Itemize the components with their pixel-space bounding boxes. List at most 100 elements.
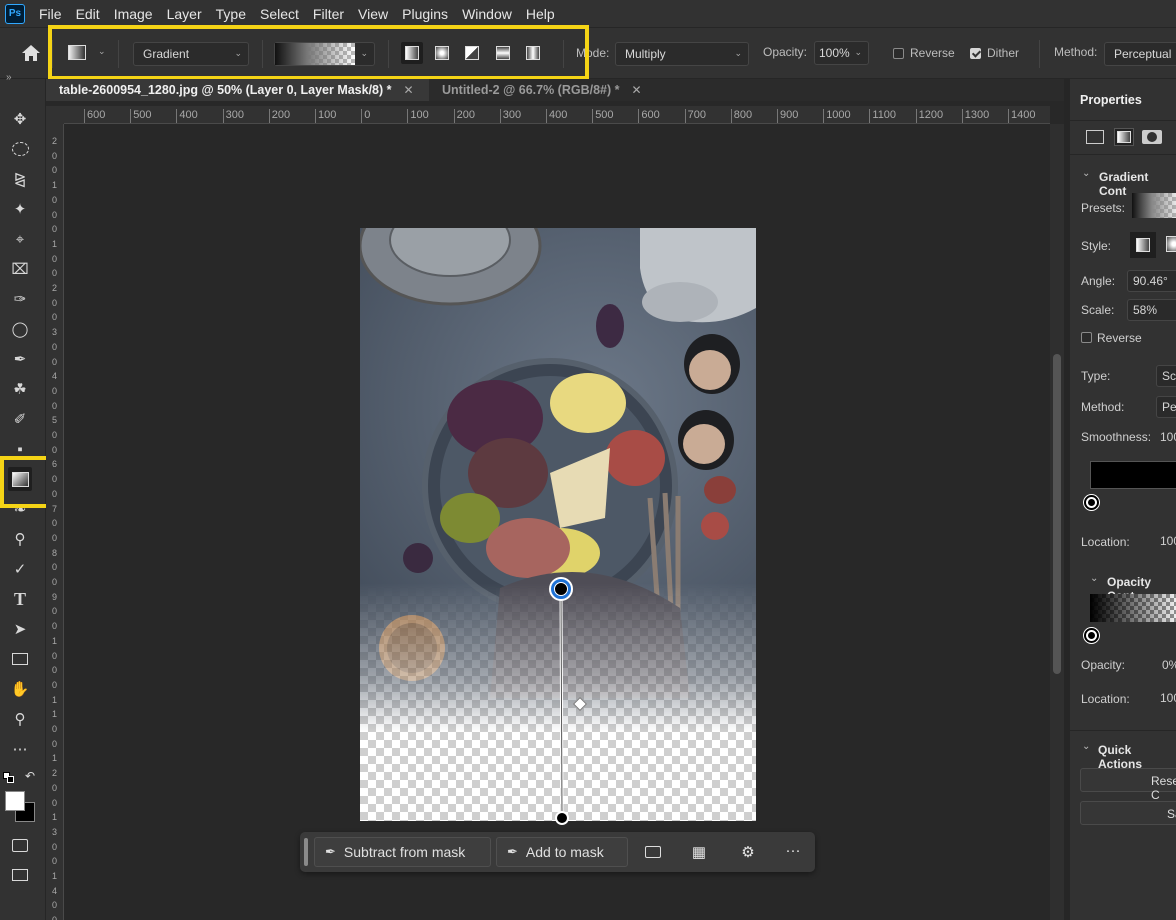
mode-dropdown[interactable]: Multiply ⌄ <box>615 42 749 66</box>
document-tab-inactive[interactable]: Untitled-2 @ 66.7% (RGB/8#) * ✕ <box>429 79 649 101</box>
radial-gradient-button[interactable] <box>431 42 453 64</box>
scrollbar-thumb[interactable] <box>1053 354 1061 674</box>
angle-field[interactable]: 90.46° <box>1127 270 1176 292</box>
color-gradient-bar[interactable] <box>1090 461 1176 489</box>
props-method-dropdown[interactable]: Pe <box>1156 396 1176 418</box>
menu-image[interactable]: Image <box>114 6 153 22</box>
tool-preset-picker[interactable]: ⌄ <box>66 42 112 64</box>
opacity-gradient-bar[interactable] <box>1090 594 1176 622</box>
screen-mode-icon[interactable] <box>8 863 32 887</box>
drag-handle[interactable] <box>304 838 308 866</box>
path-selection-tool-icon[interactable]: ➤ <box>8 617 32 641</box>
menu-filter[interactable]: Filter <box>313 6 344 22</box>
type-dropdown[interactable]: Sc <box>1156 365 1176 387</box>
more-tools-icon[interactable]: ⋯ <box>8 737 32 761</box>
foreground-color-swatch[interactable] <box>5 791 25 811</box>
reflected-gradient-button[interactable] <box>492 42 514 64</box>
expand-chevrons-icon[interactable]: » <box>6 72 12 83</box>
menu-help[interactable]: Help <box>526 6 555 22</box>
linear-style-button[interactable] <box>1130 232 1156 258</box>
gradient-tool-icon[interactable] <box>8 467 32 491</box>
healing-brush-tool-icon[interactable]: ◯ <box>8 317 32 341</box>
pen-tool-icon[interactable]: ✓ <box>8 557 32 581</box>
presets-swatch[interactable] <box>1132 193 1176 218</box>
panel-divider <box>1070 730 1176 731</box>
ruler-label: 1 <box>52 871 58 881</box>
clone-stamp-tool-icon[interactable]: ☘ <box>8 377 32 401</box>
blur-tool-icon[interactable]: ❧ <box>8 497 32 521</box>
marquee-tool-icon[interactable] <box>8 137 32 161</box>
menu-type[interactable]: Type <box>216 6 246 22</box>
color-stop-handle[interactable] <box>1084 495 1099 510</box>
frame-tool-icon[interactable]: ⌧ <box>8 257 32 281</box>
location2-value[interactable]: 100 <box>1160 691 1176 705</box>
dodge-tool-icon[interactable]: ⚲ <box>8 527 32 551</box>
menu-select[interactable]: Select <box>260 6 299 22</box>
props-opacity-value[interactable]: 0% <box>1162 658 1176 672</box>
collapse-chevron-icon[interactable]: ⌄ <box>1082 168 1090 179</box>
scale-field[interactable]: 58% <box>1127 299 1176 321</box>
hand-tool-icon[interactable]: ✋ <box>8 677 32 701</box>
gradient-end-handle[interactable] <box>555 811 569 825</box>
gradient-type-dropdown[interactable]: Gradient ⌄ <box>133 42 249 66</box>
move-tool-icon[interactable]: ✥ <box>8 107 32 131</box>
magic-wand-tool-icon[interactable]: ✦ <box>8 197 32 221</box>
ruler-label: 1 <box>52 180 58 191</box>
rectangle-tool-icon[interactable] <box>8 647 32 671</box>
menu-window[interactable]: Window <box>462 6 512 22</box>
default-colors-icon[interactable] <box>3 772 14 783</box>
add-to-mask-button[interactable]: ✒ Add to mask <box>496 837 628 867</box>
mask-options-icon[interactable] <box>643 842 663 862</box>
eyedropper-tool-icon[interactable]: ✑ <box>8 287 32 311</box>
mask-settings-icon[interactable]: ⚙ <box>738 842 758 862</box>
zoom-tool-icon[interactable]: ⚲ <box>8 707 32 731</box>
save-button-label: Sav <box>1167 807 1176 821</box>
location-value[interactable]: 100 <box>1160 534 1176 548</box>
opacity-field[interactable]: 100% ⌄ <box>814 41 869 65</box>
menu-plugins[interactable]: Plugins <box>402 6 448 22</box>
properties-tab[interactable]: Properties <box>1080 93 1142 107</box>
collapse-chevron-icon[interactable]: ⌄ <box>1090 573 1098 584</box>
gradient-fill-icon[interactable] <box>1114 128 1134 146</box>
gradient-picker[interactable]: ⌄ <box>274 42 375 66</box>
home-icon[interactable] <box>19 42 43 64</box>
collapse-chevron-icon[interactable]: ⌄ <box>1082 741 1090 752</box>
opacity-stop-handle[interactable] <box>1084 628 1099 643</box>
lasso-tool-icon[interactable]: ⧎ <box>8 167 32 191</box>
mask-icon[interactable] <box>1142 130 1162 144</box>
gradient-start-handle[interactable] <box>549 577 573 601</box>
menu-file[interactable]: File <box>39 6 62 22</box>
history-brush-tool-icon[interactable]: ✐ <box>8 407 32 431</box>
linear-gradient-button[interactable] <box>401 42 423 64</box>
diamond-gradient-button[interactable] <box>522 42 544 64</box>
close-icon[interactable]: ✕ <box>632 83 642 97</box>
disable-mask-icon[interactable]: ▦ <box>689 842 709 862</box>
reset-button[interactable]: Reset C <box>1080 768 1176 802</box>
radial-style-button[interactable] <box>1166 236 1176 252</box>
vertical-scrollbar[interactable] <box>1050 124 1064 920</box>
save-button[interactable]: Sav <box>1080 801 1176 825</box>
swap-colors-icon[interactable]: ↶ <box>25 769 35 783</box>
props-reverse-checkbox[interactable] <box>1081 332 1092 343</box>
crop-tool-icon[interactable]: ⌖ <box>8 227 32 251</box>
menu-view[interactable]: View <box>358 6 388 22</box>
quick-mask-icon[interactable] <box>8 833 32 857</box>
document-canvas[interactable] <box>360 228 756 821</box>
subtract-from-mask-button[interactable]: ✒ Subtract from mask <box>314 837 491 867</box>
reverse-checkbox[interactable] <box>893 48 904 59</box>
close-icon[interactable]: ✕ <box>404 83 414 97</box>
brush-tool-icon[interactable]: ✒ <box>8 347 32 371</box>
dither-checkbox[interactable] <box>970 48 981 59</box>
eraser-tool-icon[interactable]: ▪ <box>8 437 32 461</box>
smoothness-value[interactable]: 100 <box>1160 430 1176 444</box>
menu-layer[interactable]: Layer <box>167 6 202 22</box>
pixel-layer-icon[interactable] <box>1086 130 1104 144</box>
more-options-icon[interactable]: ··· <box>783 840 803 860</box>
photoshop-logo-icon[interactable]: Ps <box>5 3 25 24</box>
document-tab-active[interactable]: table-2600954_1280.jpg @ 50% (Layer 0, L… <box>46 79 429 101</box>
method-dropdown[interactable]: Perceptual <box>1104 42 1176 66</box>
chevron-down-icon: ⌄ <box>734 48 742 58</box>
menu-edit[interactable]: Edit <box>76 6 100 22</box>
angle-gradient-button[interactable] <box>461 42 483 64</box>
type-tool-icon[interactable]: T <box>8 587 32 611</box>
